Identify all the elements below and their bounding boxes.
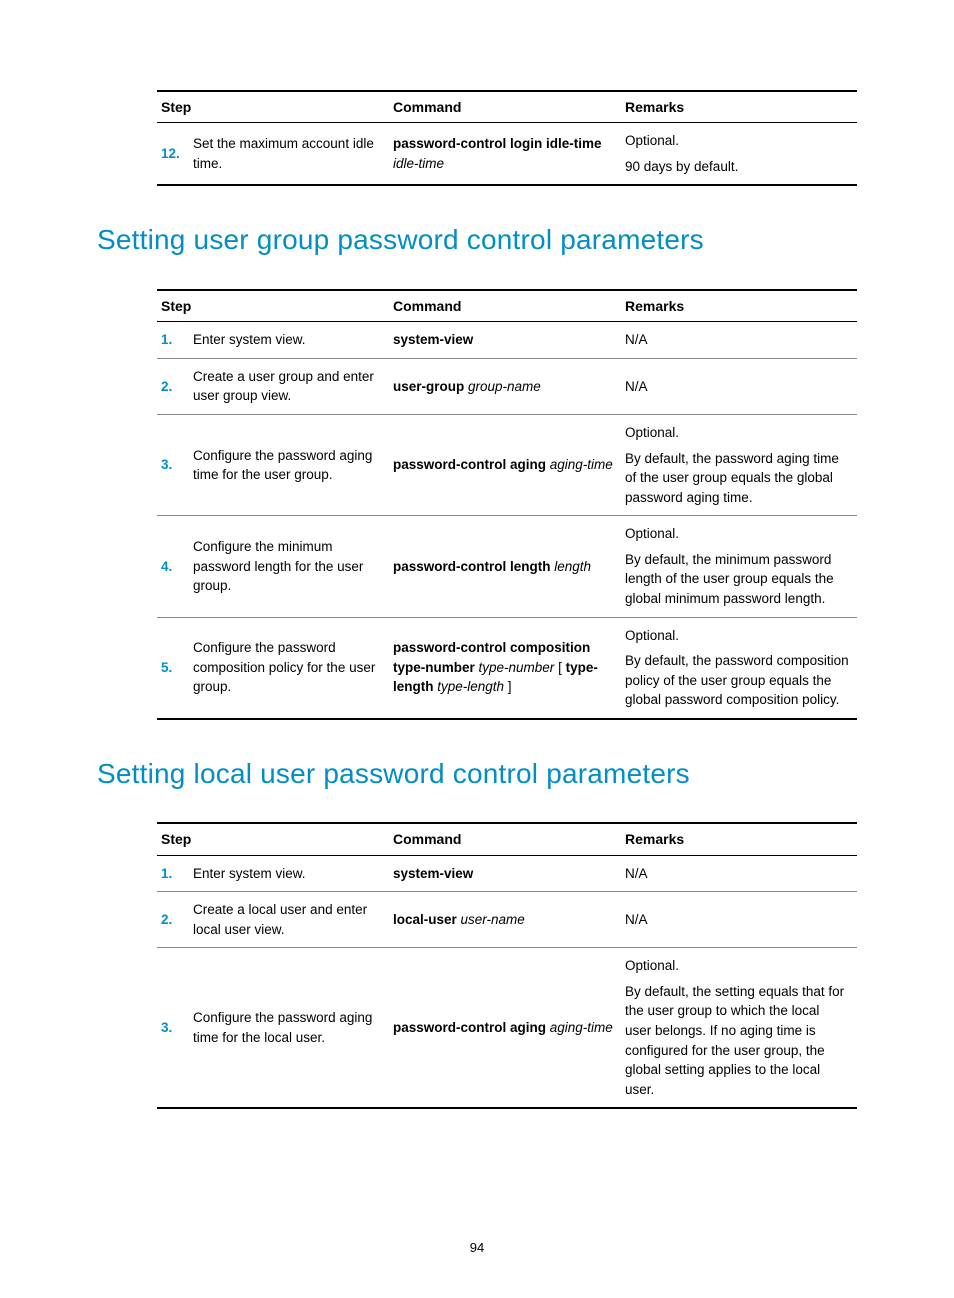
remarks-text: Optional.By default, the password compos… — [621, 617, 857, 719]
step-number: 3. — [157, 415, 189, 516]
table-row: 1.Enter system view.system-viewN/A — [157, 855, 857, 892]
step-text: Set the maximum account idle time. — [189, 123, 389, 186]
command-text: system-view — [389, 855, 621, 892]
remarks-text: Optional.By default, the minimum passwor… — [621, 516, 857, 617]
table-row: 3.Configure the password aging time for … — [157, 948, 857, 1108]
step-number: 12. — [157, 123, 189, 186]
col-step: Step — [157, 823, 389, 855]
step-number: 5. — [157, 617, 189, 719]
table-row: 2.Create a user group and enter user gro… — [157, 358, 857, 414]
page-number: 94 — [97, 1239, 857, 1258]
command-text: password-control composition type-number… — [389, 617, 621, 719]
command-text: password-control login idle-time idle-ti… — [389, 123, 621, 186]
remarks-text: N/A — [621, 855, 857, 892]
remarks-text: Optional.By default, the setting equals … — [621, 948, 857, 1108]
step-text: Configure the password aging time for th… — [189, 948, 389, 1108]
table-continuation: Step Command Remarks 12.Set the maximum … — [157, 90, 857, 186]
col-step: Step — [157, 290, 389, 322]
table-row: 5.Configure the password composition pol… — [157, 617, 857, 719]
heading-local-user: Setting local user password control para… — [97, 754, 857, 795]
command-text: system-view — [389, 322, 621, 359]
table-body: 1.Enter system view.system-viewN/A2.Crea… — [157, 855, 857, 1108]
step-text: Create a local user and enter local user… — [189, 892, 389, 948]
heading-user-group: Setting user group password control para… — [97, 220, 857, 261]
col-command: Command — [389, 823, 621, 855]
step-number: 2. — [157, 358, 189, 414]
col-remarks: Remarks — [621, 290, 857, 322]
step-text: Create a user group and enter user group… — [189, 358, 389, 414]
table-row: 2.Create a local user and enter local us… — [157, 892, 857, 948]
table-body: 12.Set the maximum account idle time.pas… — [157, 123, 857, 186]
step-number: 2. — [157, 892, 189, 948]
step-number: 4. — [157, 516, 189, 617]
col-command: Command — [389, 91, 621, 123]
remarks-text: N/A — [621, 322, 857, 359]
table-row: 4.Configure the minimum password length … — [157, 516, 857, 617]
table-body: 1.Enter system view.system-viewN/A2.Crea… — [157, 322, 857, 719]
table-user-group: Step Command Remarks 1.Enter system view… — [157, 289, 857, 720]
step-text: Enter system view. — [189, 322, 389, 359]
col-remarks: Remarks — [621, 91, 857, 123]
command-text: local-user user-name — [389, 892, 621, 948]
table-row: 12.Set the maximum account idle time.pas… — [157, 123, 857, 186]
step-number: 3. — [157, 948, 189, 1108]
step-number: 1. — [157, 855, 189, 892]
step-text: Configure the password aging time for th… — [189, 415, 389, 516]
col-step: Step — [157, 91, 389, 123]
col-command: Command — [389, 290, 621, 322]
step-text: Configure the minimum password length fo… — [189, 516, 389, 617]
col-remarks: Remarks — [621, 823, 857, 855]
remarks-text: N/A — [621, 358, 857, 414]
remarks-text: Optional.By default, the password aging … — [621, 415, 857, 516]
table-row: 3.Configure the password aging time for … — [157, 415, 857, 516]
command-text: user-group group-name — [389, 358, 621, 414]
table-row: 1.Enter system view.system-viewN/A — [157, 322, 857, 359]
remarks-text: Optional.90 days by default. — [621, 123, 857, 186]
command-text: password-control aging aging-time — [389, 948, 621, 1108]
table-local-user: Step Command Remarks 1.Enter system view… — [157, 822, 857, 1109]
remarks-text: N/A — [621, 892, 857, 948]
command-text: password-control aging aging-time — [389, 415, 621, 516]
step-text: Enter system view. — [189, 855, 389, 892]
step-text: Configure the password composition polic… — [189, 617, 389, 719]
command-text: password-control length length — [389, 516, 621, 617]
step-number: 1. — [157, 322, 189, 359]
